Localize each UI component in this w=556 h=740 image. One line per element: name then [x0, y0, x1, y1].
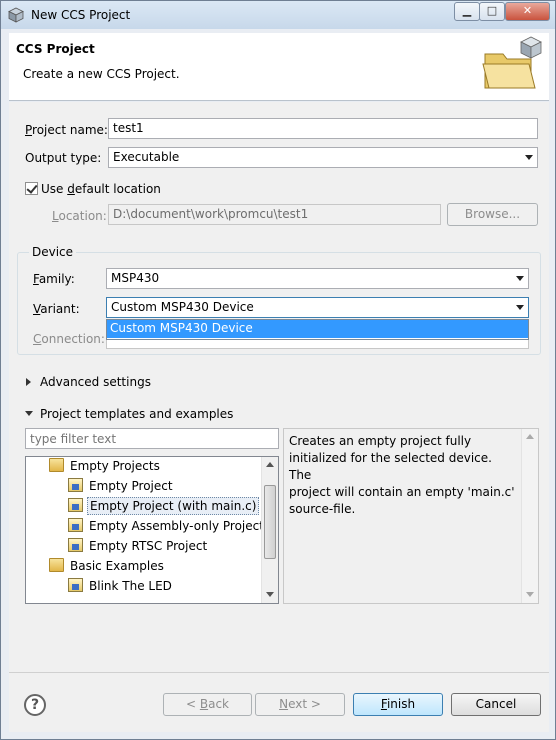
variant-label: Variant: [33, 302, 80, 316]
folder-icon [49, 458, 64, 472]
template-description: Creates an empty project fully initializ… [289, 434, 515, 516]
maximize-button[interactable]: □ [479, 2, 505, 21]
project-name-label: Project name: [25, 123, 108, 137]
window-title: New CCS Project [31, 8, 131, 22]
dialog-window: New CCS Project ▁ □ ✕ CCS Project Create… [0, 0, 556, 740]
browse-button[interactable]: Browse... [447, 203, 538, 226]
scroll-down-icon[interactable] [266, 592, 274, 597]
tree-folder-item[interactable]: Empty Projects [49, 458, 162, 477]
location-label: Location: [52, 209, 107, 223]
chevron-down-icon [516, 276, 524, 281]
scroll-up-icon[interactable] [266, 462, 274, 467]
project-template-icon [68, 518, 83, 532]
description-scrollbar[interactable] [521, 429, 538, 603]
tree-scrollbar[interactable] [261, 457, 278, 603]
project-template-icon [68, 498, 83, 512]
wizard-body: Project name: test1 Output type: Executa… [9, 102, 549, 672]
output-type-label: Output type: [25, 151, 102, 165]
maximize-icon: □ [486, 4, 498, 17]
project-template-icon [68, 538, 83, 552]
cancel-button[interactable]: Cancel [451, 693, 541, 716]
scroll-up-icon[interactable] [526, 434, 534, 439]
tree-folder-item[interactable]: Basic Examples [49, 558, 166, 577]
family-label: Family: [33, 272, 75, 286]
device-group-title: Device [29, 245, 77, 259]
wizard-header: CCS Project Create a new CCS Project. [9, 33, 549, 101]
scroll-down-icon[interactable] [526, 592, 534, 597]
tree-template-item[interactable]: Empty Project [68, 478, 175, 497]
templates-toggle[interactable]: Project templates and examples [40, 407, 233, 421]
variant-value: Custom MSP430 Device [111, 300, 254, 314]
location-input[interactable]: D:\document\work\promcu\test1 [108, 204, 441, 225]
family-value: MSP430 [111, 271, 160, 285]
variant-select[interactable]: Custom MSP430 Device [106, 297, 529, 318]
minimize-icon: ▁ [462, 4, 472, 17]
family-select[interactable]: MSP430 [106, 268, 529, 289]
variant-dropdown-list: Custom MSP430 Device [106, 319, 529, 340]
variant-option[interactable]: Custom MSP430 Device [107, 320, 528, 338]
advanced-settings-toggle[interactable]: Advanced settings [40, 375, 151, 389]
expand-arrow-icon[interactable] [26, 378, 31, 386]
chevron-down-icon [516, 305, 524, 310]
project-name-input[interactable]: test1 [108, 118, 538, 139]
project-template-icon [68, 478, 83, 492]
back-button[interactable]: < Back [163, 693, 252, 716]
use-default-location-label: Use default location [41, 182, 161, 196]
minimize-button[interactable]: ▁ [454, 2, 480, 21]
tree-template-item[interactable]: Blink The LED [68, 578, 174, 597]
tree-template-item-selected[interactable]: Empty Project (with main.c) [68, 497, 260, 517]
chevron-down-icon [525, 155, 533, 160]
scroll-thumb[interactable] [264, 485, 276, 559]
title-bar[interactable]: New CCS Project ▁ □ ✕ [1, 1, 555, 29]
folder-icon [49, 558, 64, 572]
wizard-footer: ? < Back Next > Finish Cancel [9, 672, 549, 732]
page-title: CCS Project [16, 42, 95, 56]
ccs-app-icon [8, 7, 24, 23]
template-filter-input[interactable] [25, 428, 279, 449]
finish-button[interactable]: Finish [353, 693, 443, 716]
page-subtitle: Create a new CCS Project. [23, 67, 180, 81]
output-type-value: Executable [113, 150, 180, 164]
connection-label: Connection: [33, 332, 105, 346]
template-description-panel: Creates an empty project fully initializ… [283, 428, 539, 604]
close-button[interactable]: ✕ [505, 2, 550, 21]
new-project-folder-icon [482, 36, 542, 89]
collapse-arrow-icon[interactable] [25, 411, 33, 416]
output-type-select[interactable]: Executable [108, 147, 538, 168]
project-template-icon [68, 578, 83, 592]
tree-template-item[interactable]: Empty Assembly-only Project [68, 518, 266, 537]
close-icon: ✕ [522, 4, 533, 17]
tree-template-item[interactable]: Empty RTSC Project [68, 538, 209, 557]
next-button[interactable]: Next > [255, 693, 345, 716]
templates-tree[interactable]: Empty Projects Empty Project Empty Proje… [25, 456, 279, 604]
help-icon[interactable]: ? [24, 694, 46, 716]
use-default-location-checkbox[interactable] [25, 182, 38, 195]
